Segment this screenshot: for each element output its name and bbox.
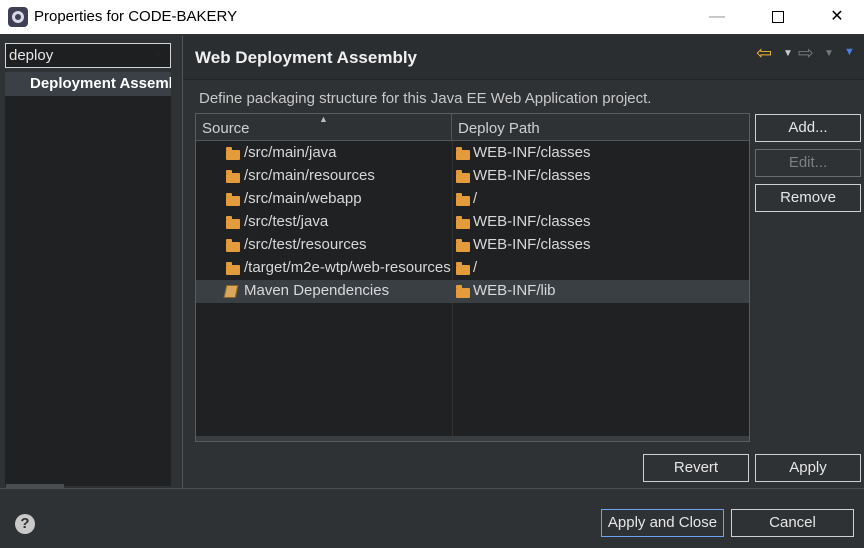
page-description: Define packaging structure for this Java… [199,90,652,107]
deploy-path-cell: / [473,190,478,207]
deploy-path-cell: WEB-INF/lib [473,282,556,299]
folder-icon [456,239,470,252]
source-cell: /src/main/webapp [244,190,362,207]
close-button[interactable]: ✕ [814,0,860,34]
folder-icon [456,193,470,206]
folder-icon [456,147,470,160]
column-header-source[interactable]: Source ▲ [196,114,452,141]
library-icon [223,285,239,298]
title-bar: Properties for CODE-BAKERY — ✕ [0,0,864,34]
view-menu-icon[interactable]: ▼ [844,46,855,58]
help-icon[interactable]: ? [15,514,35,534]
folder-icon [456,285,470,298]
folder-icon [226,262,240,275]
folder-icon [226,147,240,160]
source-cell: Maven Dependencies [244,282,390,299]
source-cell: /src/main/java [244,144,337,161]
table-row[interactable]: /src/main/java WEB-INF/classes [196,142,749,165]
back-arrow-icon[interactable]: ⇦ [756,42,772,65]
deploy-path-cell: WEB-INF/classes [473,144,591,161]
table-row[interactable]: /src/main/webapp / [196,188,749,211]
deploy-path-cell: WEB-INF/classes [473,213,591,230]
column-header-source-label: Source [202,120,250,137]
folder-icon [456,216,470,229]
folder-icon [226,193,240,206]
cancel-button[interactable]: Cancel [731,509,854,537]
filter-input[interactable] [5,43,171,68]
table-row-selected[interactable]: Maven Dependencies WEB-INF/lib [196,280,749,303]
page-title: Web Deployment Assembly [195,48,418,67]
assembly-table[interactable]: Source ▲ Deploy Path /src/main/java WEB-… [195,113,750,442]
forward-arrow-icon[interactable]: ⇨ [798,42,814,65]
panel-splitter[interactable] [182,36,183,488]
table-horizontal-scrollbar[interactable] [196,436,749,441]
table-row[interactable]: /src/test/java WEB-INF/classes [196,211,749,234]
folder-icon [456,170,470,183]
tree-item-deployment-assembly[interactable]: Deployment Assembly [5,72,171,96]
folder-icon [226,239,240,252]
page-header: Web Deployment Assembly ⇦ ▼ ⇨ ▼ ▼ [183,36,864,80]
apply-button[interactable]: Apply [755,454,861,482]
deploy-path-cell: WEB-INF/classes [473,167,591,184]
remove-button[interactable]: Remove [755,184,861,212]
source-cell: /target/m2e-wtp/web-resources [244,259,451,276]
table-row[interactable]: /target/m2e-wtp/web-resources / [196,257,749,280]
folder-icon [226,216,240,229]
sort-ascending-icon: ▲ [319,114,328,124]
preference-tree[interactable]: Deployment Assembly [5,72,171,486]
edit-button[interactable]: Edit... [755,149,861,177]
eclipse-app-icon [8,7,28,27]
revert-button[interactable]: Revert [643,454,749,482]
maximize-icon [772,10,784,23]
deploy-path-cell: / [473,259,478,276]
clear-filter-icon[interactable]: ✕ [152,45,165,63]
source-cell: /src/main/resources [244,167,375,184]
deploy-path-cell: WEB-INF/classes [473,236,591,253]
source-cell: /src/test/resources [244,236,367,253]
column-header-deploy-path[interactable]: Deploy Path [452,114,749,141]
window-title: Properties for CODE-BAKERY [34,8,238,25]
folder-icon [226,170,240,183]
minimize-button[interactable]: — [694,0,740,34]
folder-icon [456,262,470,275]
add-button[interactable]: Add... [755,114,861,142]
apply-and-close-button[interactable]: Apply and Close [601,509,724,537]
back-dropdown-icon[interactable]: ▼ [783,48,793,59]
maximize-button[interactable] [755,0,801,34]
source-cell: /src/test/java [244,213,329,230]
table-row[interactable]: /src/main/resources WEB-INF/classes [196,165,749,188]
table-row[interactable]: /src/test/resources WEB-INF/classes [196,234,749,257]
forward-dropdown-icon[interactable]: ▼ [824,48,834,59]
